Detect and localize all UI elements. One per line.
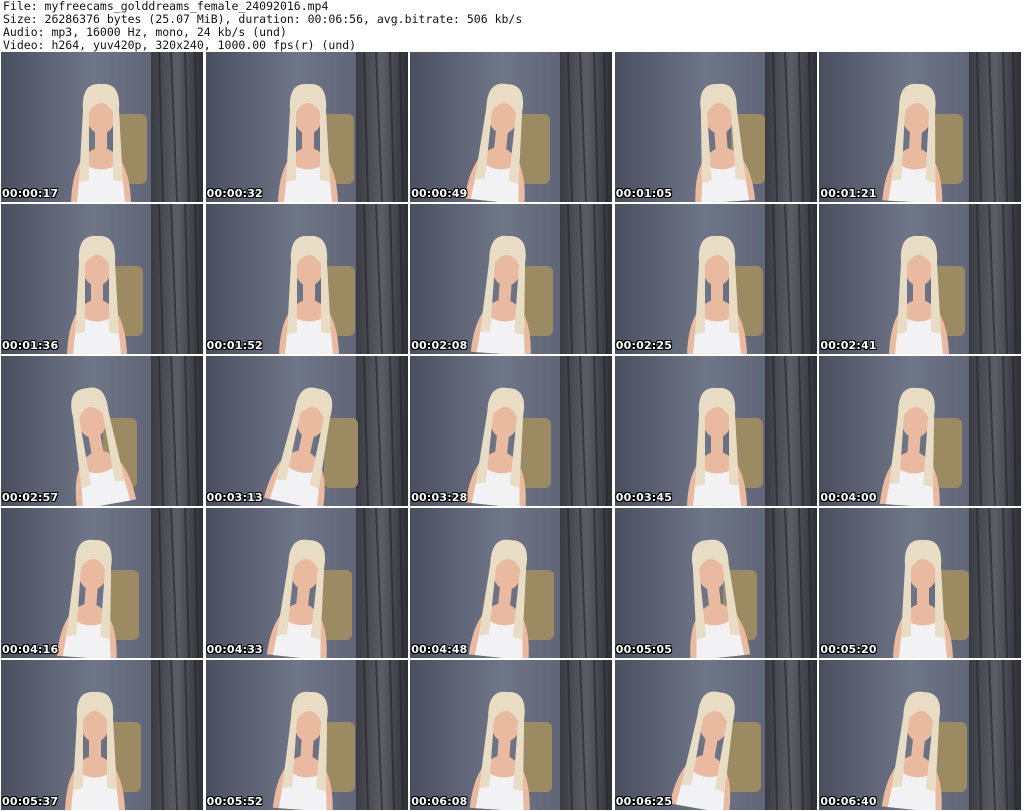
webcam-frame-image [819, 508, 1022, 658]
webcam-frame-image [819, 356, 1022, 506]
video-thumbnail: 00:02:41 [819, 204, 1022, 354]
thumbnail-timestamp: 00:03:28 [411, 491, 468, 504]
video-thumbnail: 00:04:00 [819, 356, 1022, 506]
thumbnail-timestamp: 00:04:33 [206, 643, 263, 656]
thumbnail-timestamp: 00:01:05 [615, 187, 673, 200]
video-thumbnail: 00:01:05 [614, 52, 817, 202]
video-info-line: Video: h264, yuv420p, 320x240, 1000.00 f… [3, 38, 357, 52]
thumbnail-timestamp: 00:05:05 [615, 643, 673, 656]
webcam-frame-image [1, 52, 203, 202]
webcam-frame-image [614, 508, 817, 658]
video-thumbnail: 00:04:33 [205, 508, 408, 658]
webcam-frame-image [819, 660, 1022, 810]
video-thumbnail: 00:00:32 [205, 52, 408, 202]
webcam-frame-image [410, 356, 613, 506]
video-thumbnail: 00:02:57 [1, 356, 203, 506]
thumbnail-timestamp: 00:06:08 [411, 795, 468, 808]
video-thumbnail: 00:02:08 [410, 204, 613, 354]
thumbnail-timestamp: 00:05:37 [2, 795, 59, 808]
thumbnail-timestamp: 00:04:00 [820, 491, 877, 504]
video-thumbnail: 00:05:52 [205, 660, 408, 810]
thumbnail-timestamp: 00:02:25 [615, 339, 673, 352]
thumbnail-timestamp: 00:03:45 [615, 491, 673, 504]
thumbnail-timestamp: 00:03:13 [206, 491, 263, 504]
webcam-frame-image [1, 660, 203, 810]
video-thumbnail: 00:00:49 [410, 52, 613, 202]
thumbnail-timestamp: 00:06:25 [615, 795, 673, 808]
webcam-frame-image [819, 52, 1022, 202]
video-thumbnail: 00:01:36 [1, 204, 203, 354]
thumbnail-timestamp: 00:01:36 [2, 339, 59, 352]
thumbnail-timestamp: 00:01:52 [206, 339, 263, 352]
video-thumbnail: 00:04:48 [410, 508, 613, 658]
webcam-frame-image [1, 356, 203, 506]
video-thumbnail: 00:03:13 [205, 356, 408, 506]
thumbnail-timestamp: 00:04:48 [411, 643, 468, 656]
video-thumbnail: 00:01:21 [819, 52, 1022, 202]
video-thumbnail: 00:02:25 [614, 204, 817, 354]
thumbnail-timestamp: 00:02:57 [2, 491, 59, 504]
webcam-frame-image [614, 52, 817, 202]
thumbnail-timestamp: 00:00:17 [2, 187, 59, 200]
thumbnail-timestamp: 00:06:40 [820, 795, 877, 808]
video-thumbnail: 00:03:28 [410, 356, 613, 506]
thumbnail-timestamp: 00:02:41 [820, 339, 877, 352]
thumbnail-timestamp: 00:01:21 [820, 187, 877, 200]
thumbnail-timestamp: 00:00:32 [206, 187, 263, 200]
thumbnail-timestamp: 00:05:52 [206, 795, 263, 808]
webcam-frame-image [614, 356, 817, 506]
webcam-frame-image [205, 660, 408, 810]
video-thumbnail: 00:01:52 [205, 204, 408, 354]
webcam-frame-image [410, 508, 613, 658]
video-thumbnail: 00:05:37 [1, 660, 203, 810]
thumbnail-timestamp: 00:05:20 [820, 643, 877, 656]
video-thumbnail: 00:05:20 [819, 508, 1022, 658]
webcam-frame-image [205, 356, 408, 506]
video-thumbnail: 00:00:17 [1, 52, 203, 202]
thumbnail-timestamp: 00:04:16 [2, 643, 59, 656]
webcam-frame-image [819, 204, 1022, 354]
webcam-frame-image [410, 204, 613, 354]
thumbnail-grid: 00:00:17 00:00:32 00:00:49 00:01:05 00:01:21… [1, 52, 1023, 811]
webcam-frame-image [614, 204, 817, 354]
webcam-frame-image [205, 52, 408, 202]
video-thumbnail: 00:06:40 [819, 660, 1022, 810]
file-info-header: File: myfreecams_golddreams_female_24092… [3, 0, 522, 52]
webcam-frame-image [1, 508, 203, 658]
webcam-frame-image [205, 508, 408, 658]
video-thumbnail: 00:03:45 [614, 356, 817, 506]
webcam-frame-image [410, 52, 613, 202]
thumbnail-timestamp: 00:02:08 [411, 339, 468, 352]
video-thumbnail: 00:05:05 [614, 508, 817, 658]
video-thumbnail: 00:04:16 [1, 508, 203, 658]
webcam-frame-image [614, 660, 817, 810]
video-thumbnail: 00:06:25 [614, 660, 817, 810]
webcam-frame-image [410, 660, 613, 810]
thumbnail-timestamp: 00:00:49 [411, 187, 468, 200]
webcam-frame-image [205, 204, 408, 354]
video-thumbnail: 00:06:08 [410, 660, 613, 810]
webcam-frame-image [1, 204, 203, 354]
